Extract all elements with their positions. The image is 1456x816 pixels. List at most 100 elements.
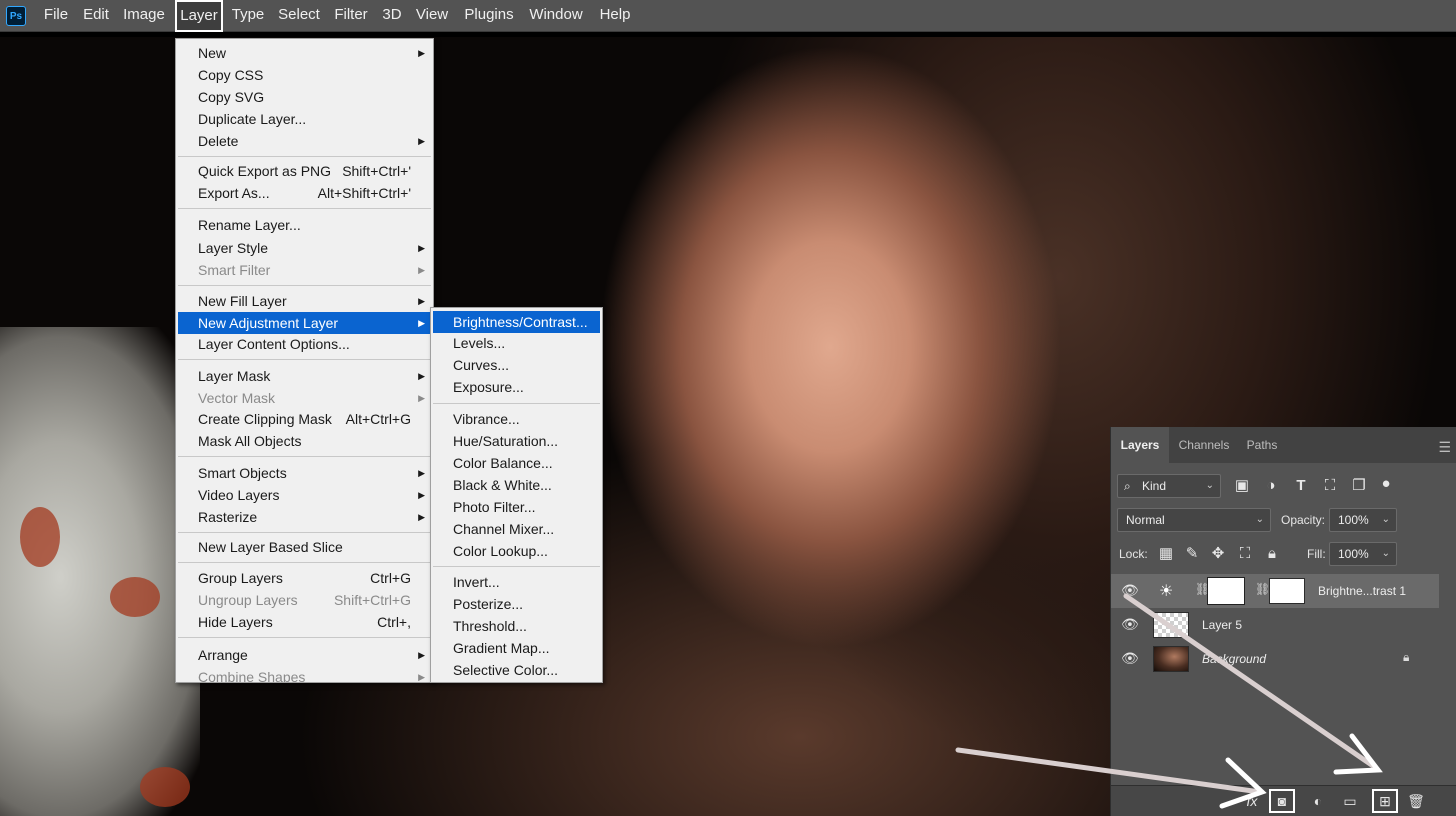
- filter-kind-select[interactable]: ⌕ Kind ⌄: [1117, 474, 1221, 498]
- layer-thumbnail[interactable]: [1153, 646, 1189, 672]
- submenu-item-posterize[interactable]: Posterize...: [433, 593, 600, 615]
- visibility-eye-icon[interactable]: 👁︎: [1121, 582, 1139, 599]
- layer-mask-thumbnail[interactable]: [1207, 577, 1245, 605]
- menu-item-layer-mask[interactable]: Layer Mask ▶: [178, 365, 431, 387]
- layer-thumbnail[interactable]: [1153, 612, 1189, 638]
- menu-image[interactable]: Image: [118, 0, 170, 32]
- lock-transparency-icon[interactable]: ▦: [1155, 542, 1177, 566]
- filter-type-icon[interactable]: T: [1290, 474, 1312, 498]
- menu-item-layer-style[interactable]: Layer Style ▶: [178, 237, 431, 259]
- menu-item-rename-layer[interactable]: Rename Layer...: [178, 214, 431, 236]
- layer-name[interactable]: Layer 5: [1202, 608, 1242, 642]
- submenu-item-channel-mixer[interactable]: Channel Mixer...: [433, 518, 600, 540]
- menu-view[interactable]: View: [412, 0, 452, 32]
- menu-layer[interactable]: Layer: [175, 0, 223, 32]
- layer-mask-thumbnail-2[interactable]: [1269, 578, 1305, 604]
- menu-item-hide-layers[interactable]: Hide Layers Ctrl+,: [178, 611, 431, 633]
- menu-item-smart-objects[interactable]: Smart Objects ▶: [178, 462, 431, 484]
- tab-paths[interactable]: Paths: [1239, 427, 1285, 463]
- submenu-item-levels[interactable]: Levels...: [433, 332, 600, 354]
- menu-file[interactable]: File: [38, 0, 74, 32]
- blend-mode-select[interactable]: Normal ⌄: [1117, 508, 1271, 532]
- menu-item-new-fill-layer[interactable]: New Fill Layer ▶: [178, 290, 431, 312]
- menu-item-new-adjustment-layer[interactable]: New Adjustment Layer ▶: [178, 312, 431, 334]
- submenu-item-hue-saturation[interactable]: Hue/Saturation...: [433, 430, 600, 452]
- menu-item-new[interactable]: New ▶: [178, 42, 431, 64]
- delete-layer-icon[interactable]: 🗑︎: [1403, 789, 1429, 813]
- menu-item-export-as[interactable]: Export As... Alt+Shift+Ctrl+': [178, 182, 431, 204]
- menu-filter[interactable]: Filter: [330, 0, 372, 32]
- menu-item-quick-export[interactable]: Quick Export as PNG Shift+Ctrl+': [178, 160, 431, 182]
- lock-position-icon[interactable]: ✥: [1207, 542, 1229, 566]
- submenu-item-photo-filter[interactable]: Photo Filter...: [433, 496, 600, 518]
- menu-item-rasterize[interactable]: Rasterize ▶: [178, 506, 431, 528]
- layer-name[interactable]: Background: [1202, 642, 1266, 676]
- menu-3d[interactable]: 3D: [378, 0, 406, 32]
- menu-item-vector-mask: Vector Mask ▶: [198, 390, 425, 406]
- submenu-item-black-white[interactable]: Black & White...: [433, 474, 600, 496]
- submenu-item-vibrance[interactable]: Vibrance...: [433, 408, 600, 430]
- link-icon: ⛓: [1255, 582, 1271, 596]
- menu-bar: Ps File Edit Image Layer Type Select Fil…: [0, 0, 1456, 32]
- layer-name[interactable]: Brightne...trast 1: [1318, 574, 1406, 608]
- layer-lock-icon: 🔒︎: [1403, 650, 1410, 664]
- menu-item-layer-content-options[interactable]: Layer Content Options...: [178, 333, 431, 355]
- submenu-item-gradient-map[interactable]: Gradient Map...: [433, 637, 600, 659]
- lock-all-icon[interactable]: 🔒︎: [1261, 542, 1283, 566]
- filter-pixel-icon[interactable]: ▣: [1231, 474, 1253, 498]
- new-adjustment-layer-icon[interactable]: ◐: [1305, 789, 1331, 813]
- panel-menu-icon[interactable]: ☰: [1438, 439, 1451, 456]
- opacity-input[interactable]: 100% ⌄: [1329, 508, 1397, 532]
- filter-toggle-icon[interactable]: ●: [1375, 472, 1397, 496]
- new-group-icon[interactable]: ▭: [1337, 789, 1363, 813]
- submenu-item-invert[interactable]: Invert...: [433, 571, 600, 593]
- layer-menu-dropdown: New ▶ Copy CSS Copy SVG Duplicate Layer..…: [175, 38, 434, 683]
- submenu-item-threshold[interactable]: Threshold...: [433, 615, 600, 637]
- menu-type[interactable]: Type: [227, 0, 269, 32]
- tab-channels[interactable]: Channels: [1171, 427, 1237, 463]
- add-layer-mask-icon[interactable]: ◙: [1269, 789, 1295, 813]
- submenu-item-brightness-contrast[interactable]: Brightness/Contrast...: [433, 311, 600, 333]
- menu-item-create-clipping-mask[interactable]: Create Clipping Mask Alt+Ctrl+G: [178, 408, 431, 430]
- filter-adjustment-icon[interactable]: ◑: [1260, 474, 1282, 498]
- tab-layers[interactable]: Layers: [1111, 427, 1169, 463]
- photoshop-logo-icon: Ps: [6, 6, 26, 26]
- layer-row-brightness-contrast[interactable]: 👁︎ ☀ ⛓ ⛓ Brightne...trast 1: [1111, 574, 1439, 608]
- fill-input[interactable]: 100% ⌄: [1329, 542, 1397, 566]
- layers-panel: Layers Channels Paths ☰ ⌕ Kind ⌄ ▣ ◑ T ⛶ …: [1110, 427, 1456, 816]
- submenu-item-exposure[interactable]: Exposure...: [433, 376, 600, 398]
- fx-icon[interactable]: fx: [1239, 789, 1265, 813]
- submenu-item-selective-color[interactable]: Selective Color...: [433, 659, 600, 681]
- lock-image-pixels-icon[interactable]: ✎: [1181, 542, 1203, 566]
- menu-item-group-layers[interactable]: Group Layers Ctrl+G: [178, 567, 431, 589]
- submenu-item-color-lookup[interactable]: Color Lookup...: [433, 540, 600, 562]
- filter-smart-object-icon[interactable]: ❐: [1348, 474, 1370, 498]
- menu-item-copy-svg[interactable]: Copy SVG: [178, 86, 431, 108]
- menu-item-new-layer-based-slice[interactable]: New Layer Based Slice: [178, 536, 431, 558]
- layers-panel-footer: fx ◙ ◐ ▭ ⊞ 🗑︎: [1111, 785, 1456, 816]
- menu-window[interactable]: Window: [524, 0, 588, 32]
- layer-row-background[interactable]: 👁︎ Background 🔒︎: [1111, 642, 1439, 676]
- lock-artboard-icon[interactable]: ⛶: [1234, 542, 1256, 566]
- menu-item-arrange[interactable]: Arrange ▶: [178, 644, 431, 666]
- visibility-eye-icon[interactable]: 👁︎: [1121, 650, 1139, 667]
- menu-item-mask-all-objects[interactable]: Mask All Objects: [178, 430, 431, 452]
- menu-plugins[interactable]: Plugins: [458, 0, 520, 32]
- panel-tab-bar: Layers Channels Paths ☰: [1111, 427, 1456, 463]
- menu-item-video-layers[interactable]: Video Layers ▶: [178, 484, 431, 506]
- menu-item-copy-css[interactable]: Copy CSS: [178, 64, 431, 86]
- menu-edit[interactable]: Edit: [78, 0, 114, 32]
- new-layer-icon[interactable]: ⊞: [1372, 789, 1398, 813]
- visibility-eye-icon[interactable]: 👁︎: [1121, 616, 1139, 633]
- filter-shape-icon[interactable]: ⛶: [1319, 474, 1341, 498]
- submenu-item-curves[interactable]: Curves...: [433, 354, 600, 376]
- layer-row-layer-5[interactable]: 👁︎ Layer 5: [1111, 608, 1439, 642]
- menu-item-smart-filter: Smart Filter ▶: [198, 262, 425, 278]
- submenu-item-color-balance[interactable]: Color Balance...: [433, 452, 600, 474]
- menu-help[interactable]: Help: [594, 0, 636, 32]
- adjustment-layer-submenu: Brightness/Contrast... Levels... Curves.…: [430, 307, 603, 683]
- menu-item-delete[interactable]: Delete ▶: [178, 130, 431, 152]
- menu-item-duplicate-layer[interactable]: Duplicate Layer...: [178, 108, 431, 130]
- menu-item-ungroup-layers: Ungroup Layers Shift+Ctrl+G: [198, 592, 411, 608]
- menu-select[interactable]: Select: [274, 0, 324, 32]
